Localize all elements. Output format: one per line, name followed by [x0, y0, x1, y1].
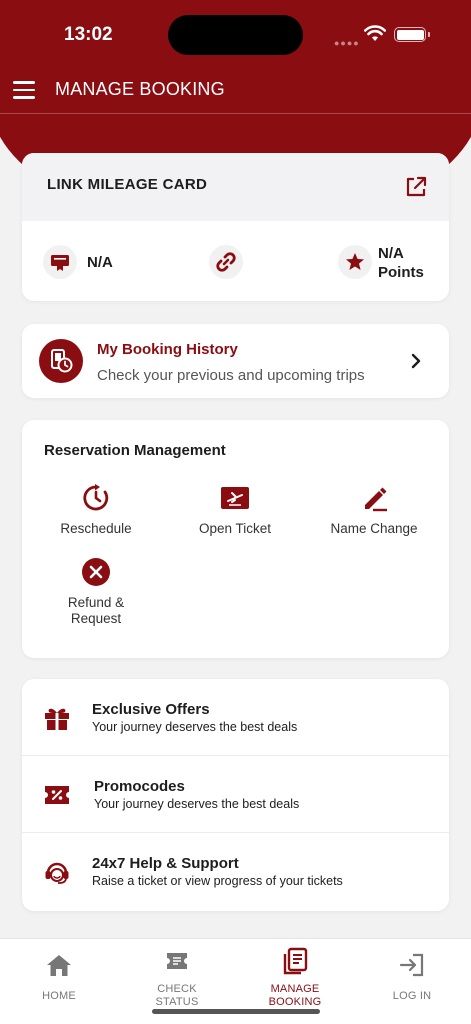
- discount-ticket-icon: [42, 780, 72, 810]
- gift-icon: [42, 703, 72, 733]
- cancel-x-icon: [82, 558, 110, 586]
- help-support-row[interactable]: 24x7 Help & Support Raise a ticket or vi…: [22, 833, 449, 910]
- status-bar: 13:02 ●●●●: [0, 0, 471, 68]
- mileage-card-number: N/A: [87, 254, 113, 271]
- page-title: MANAGE BOOKING: [55, 79, 225, 99]
- nav-home-label: HOME: [42, 990, 76, 1002]
- refund-request-label-text: Refund & Request: [67, 595, 125, 626]
- star-points-icon: [338, 245, 372, 279]
- name-change-button[interactable]: Name Change: [309, 483, 439, 537]
- reschedule-label: Reschedule: [60, 521, 132, 536]
- external-link-icon[interactable]: [405, 176, 427, 198]
- login-icon: [399, 953, 424, 977]
- promocodes-row[interactable]: Promocodes Your journey deserves the bes…: [22, 756, 449, 833]
- name-change-label: Name Change: [330, 521, 418, 536]
- home-icon: [47, 955, 71, 976]
- mileage-card-icon: [43, 245, 77, 279]
- ticket-plane-icon: [221, 487, 249, 509]
- booking-history-icon: [39, 339, 83, 383]
- points-value: N/A: [378, 245, 404, 262]
- booking-history-title: My Booking History: [97, 341, 238, 358]
- booking-history-card[interactable]: My Booking History Check your previous a…: [22, 324, 449, 398]
- reschedule-button[interactable]: Reschedule: [31, 483, 161, 537]
- exclusive-offers-subtitle: Your journey deserves the best deals: [92, 720, 298, 734]
- mileage-values-row: N/A N/A Points: [22, 221, 449, 301]
- promocodes-subtitle: Your journey deserves the best deals: [94, 797, 300, 811]
- reservation-management-card: Reservation Management Reschedule Open T…: [22, 420, 449, 658]
- booking-list-icon: [283, 947, 308, 975]
- nav-log-in[interactable]: LOG IN: [353, 939, 471, 1024]
- edit-pen-icon: [365, 487, 387, 512]
- home-indicator: [152, 1009, 320, 1014]
- promocodes-title: Promocodes: [94, 778, 185, 795]
- mileage-card: LINK MILEAGE CARD N/A N/A Points: [22, 153, 449, 301]
- refund-request-label: Refund & Request: [31, 595, 161, 627]
- cellular-signal-icon: ●●●●: [334, 38, 360, 48]
- exclusive-offers-row[interactable]: Exclusive Offers Your journey deserves t…: [22, 679, 449, 756]
- dynamic-island: [168, 15, 303, 55]
- status-time: 13:02: [64, 24, 113, 45]
- support-agent-icon: [42, 857, 72, 887]
- booking-history-subtitle: Check your previous and upcoming trips: [97, 367, 365, 384]
- refund-request-button[interactable]: Refund & Request: [31, 557, 161, 627]
- link-chain-icon[interactable]: [209, 245, 243, 279]
- reschedule-icon: [83, 484, 109, 511]
- open-ticket-button[interactable]: Open Ticket: [170, 483, 300, 537]
- mileage-card-header[interactable]: LINK MILEAGE CARD: [22, 153, 449, 221]
- help-support-title: 24x7 Help & Support: [92, 855, 239, 872]
- help-support-subtitle: Raise a ticket or view progress of your …: [92, 874, 343, 888]
- exclusive-offers-title: Exclusive Offers: [92, 701, 210, 718]
- reservation-management-title: Reservation Management: [44, 442, 226, 459]
- battery-icon: [394, 27, 430, 42]
- mileage-card-title: LINK MILEAGE CARD: [47, 176, 208, 193]
- top-app-bar: MANAGE BOOKING: [0, 68, 471, 114]
- ticket-icon: [167, 953, 187, 969]
- points-label: Points: [378, 264, 424, 281]
- wifi-icon: [364, 25, 386, 41]
- open-ticket-label: Open Ticket: [198, 521, 272, 536]
- nav-log-in-label: LOG IN: [392, 990, 432, 1002]
- nav-manage-booking-label: MANAGE BOOKING: [268, 983, 322, 1008]
- services-card: Exclusive Offers Your journey deserves t…: [22, 679, 449, 911]
- menu-icon[interactable]: [13, 81, 35, 99]
- chevron-right-icon: [411, 353, 421, 369]
- nav-check-status-label: CHECK STATUS: [155, 983, 199, 1008]
- nav-home[interactable]: HOME: [0, 939, 118, 1024]
